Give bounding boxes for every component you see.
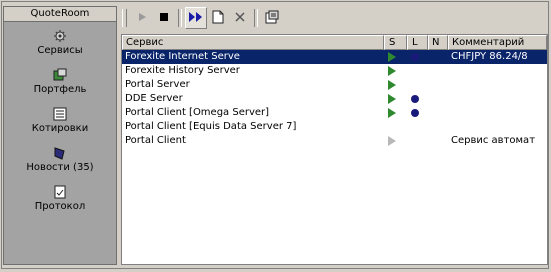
column-header-n[interactable]: N	[428, 35, 448, 50]
sidebar-item-protocol[interactable]: Протокол	[4, 184, 116, 217]
sidebar-item-portfolio[interactable]: Портфель	[4, 67, 116, 100]
service-name: Portal Client [Equis Data Server 7]	[125, 121, 297, 132]
toolbar	[120, 6, 548, 30]
table-row[interactable]: DDE Server	[122, 92, 547, 106]
sidebar-item-label: Портфель	[33, 84, 87, 95]
service-comment	[448, 92, 547, 106]
service-comment: Сервис автомат	[451, 135, 536, 146]
sidebar-item-label: Сервисы	[37, 45, 83, 56]
column-header-l[interactable]: L	[407, 35, 428, 50]
toolbar-separator	[254, 9, 258, 27]
link-icon	[411, 53, 419, 61]
running-icon	[388, 108, 396, 118]
start-button[interactable]	[131, 7, 153, 29]
service-comment: CHFJPY 86.24/8	[451, 51, 528, 62]
sidebar-item-label: Протокол	[34, 201, 86, 212]
service-comment	[448, 64, 547, 78]
toolbar-separator	[178, 9, 182, 27]
link-icon	[411, 109, 419, 117]
sidebar-item-services[interactable]: Сервисы	[4, 28, 116, 61]
service-name: Forexite History Server	[125, 65, 240, 76]
table-row[interactable]: Portal Client [Equis Data Server 7]	[122, 120, 547, 134]
fast-forward-icon	[188, 11, 204, 26]
running-icon	[388, 66, 396, 76]
new-button[interactable]	[207, 7, 229, 29]
properties-button[interactable]	[261, 7, 283, 29]
running-icon	[388, 52, 396, 62]
table-row[interactable]: Portal Client [Omega Server]	[122, 106, 547, 120]
column-header-comment[interactable]: Комментарий	[448, 35, 547, 50]
service-comment	[448, 78, 547, 92]
running-icon	[388, 80, 396, 90]
sidebar-item-label: Новости (35)	[26, 162, 94, 173]
sidebar-item-news[interactable]: Новости (35)	[4, 145, 116, 178]
new-document-icon	[212, 10, 224, 27]
stopped-icon	[388, 136, 396, 146]
services-table: Сервис S L N Комментарий Forexite Intern…	[121, 34, 548, 265]
delete-button[interactable]	[229, 7, 251, 29]
sidebar-item-quotes[interactable]: Котировки	[4, 106, 116, 139]
service-name: Forexite Internet Serve	[125, 51, 240, 62]
stop-icon	[159, 12, 169, 25]
quotes-icon	[52, 106, 68, 122]
sidebar-title: QuoteRoom	[4, 7, 116, 22]
service-name: Portal Client [Omega Server]	[125, 107, 270, 118]
table-row[interactable]: Forexite History Server	[122, 64, 547, 78]
column-header-s[interactable]: S	[384, 35, 407, 50]
service-comment	[448, 120, 547, 134]
services-icon	[52, 28, 68, 44]
sidebar: QuoteRoom Сервисы Портфель Котировки Нов…	[3, 6, 117, 265]
delete-icon	[234, 11, 246, 26]
table-header: Сервис S L N Комментарий	[122, 35, 547, 50]
service-comment	[448, 106, 547, 120]
sidebar-item-label: Котировки	[31, 123, 89, 134]
news-icon	[52, 145, 68, 161]
running-icon	[388, 94, 396, 104]
table-row[interactable]: Forexite Internet Serve CHFJPY 86.24/8	[122, 50, 547, 64]
play-icon	[137, 12, 147, 25]
column-header-service[interactable]: Сервис	[122, 35, 384, 50]
service-name: DDE Server	[125, 93, 183, 104]
stop-button[interactable]	[153, 7, 175, 29]
table-row[interactable]: Portal Server	[122, 78, 547, 92]
protocol-icon	[52, 184, 68, 200]
properties-icon	[265, 10, 279, 27]
start-all-button[interactable]	[185, 7, 207, 29]
table-row[interactable]: Portal Client Сервис автомат	[122, 134, 547, 148]
portfolio-icon	[52, 67, 68, 83]
service-name: Portal Client	[125, 135, 186, 146]
service-name: Portal Server	[125, 79, 190, 90]
link-icon	[411, 95, 419, 103]
toolbar-grip[interactable]	[122, 9, 127, 27]
